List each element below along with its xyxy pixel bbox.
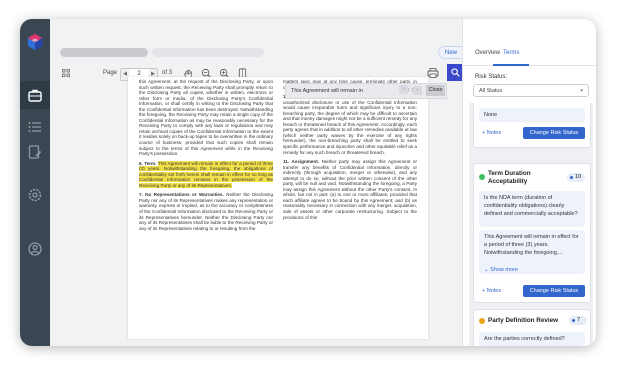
tab-terms[interactable]: Terms	[503, 50, 519, 56]
change-risk-status-button[interactable]: Change Risk Status	[523, 127, 585, 139]
find-bar: This Agreement will remain in 1 of 1 ‹ C…	[285, 83, 447, 99]
term-answer-text: This Agreement will remain in effect for…	[484, 234, 579, 256]
briefcase-icon[interactable]	[27, 87, 43, 103]
document-page: this Agreement, at the request of the Di…	[128, 77, 428, 339]
paragraph-no-representations: 7. No Representations or Warranties. Nei…	[139, 192, 273, 231]
panel-tabs: Overview Terms	[463, 45, 596, 66]
search-icon	[451, 68, 460, 77]
find-close-button[interactable]: Close	[426, 85, 445, 96]
app-window: New ▾ Page ◀ 2 ▶ of 3	[20, 19, 596, 346]
term-answer: None	[479, 108, 585, 122]
term-question: Is the NDA term (duration of confidentia…	[479, 191, 585, 227]
assignment-text: Neither party may assign this Agreement …	[283, 159, 418, 220]
badge-dot	[570, 176, 573, 179]
document-viewer: New ▾ Page ◀ 2 ▶ of 3	[50, 19, 489, 346]
equitable-relief-text: Each party acknowledges that the unautho…	[283, 94, 417, 155]
term-title: Term Duration Acceptability	[488, 170, 531, 185]
document-subtitle-placeholder	[152, 48, 264, 57]
term-card: Term Duration Acceptability 10 Is the ND…	[473, 163, 591, 303]
show-more-label: Show more	[490, 267, 518, 273]
term-question: Are the parties correctly defined?	[479, 332, 585, 346]
risk-status-dot	[479, 174, 485, 180]
chevron-down-icon: ▾	[580, 88, 583, 94]
add-notes-link[interactable]: + Notes	[482, 288, 501, 294]
status-select-value: New	[445, 50, 458, 56]
assignment-heading: 11. Assignment.	[283, 159, 320, 165]
page-label: Page	[103, 70, 118, 76]
find-prev-button[interactable]: ‹	[413, 86, 422, 95]
risk-status-value: All Status	[479, 88, 503, 94]
document-title-placeholder	[60, 48, 148, 57]
risk-status-label: Risk Status:	[475, 74, 508, 80]
term-heading: 6. Term.	[139, 160, 157, 166]
page-right-column: matters spec may at any time cause, term…	[283, 79, 417, 224]
show-more-link[interactable]: ⌄ Show more	[484, 267, 518, 273]
find-input[interactable]: This Agreement will remain in	[291, 84, 363, 98]
page-count: of 3	[162, 70, 173, 76]
term-title: Party Definition Review	[488, 317, 558, 324]
term-card: None + Notes Change Risk Status	[473, 103, 591, 148]
tab-overview[interactable]: Overview	[475, 50, 500, 56]
document-edit-icon[interactable]	[27, 144, 43, 160]
paragraph-return-info: this Agreement, at the request of the Di…	[139, 79, 273, 157]
no-representations-heading: 7. No Representations or Warranties.	[139, 192, 224, 198]
search-highlight[interactable]: This Agreement will remain in effect for…	[139, 160, 273, 188]
user-settings-icon[interactable]	[27, 241, 43, 257]
page-left-column: this Agreement, at the request of the Di…	[139, 79, 273, 235]
term-answer-text: None	[484, 112, 498, 118]
paragraph-equitable-relief: 10. Equitable Relief. Each party acknowl…	[283, 94, 417, 155]
reference-count-badge[interactable]: 7	[569, 316, 587, 325]
thumbnails-grid-icon[interactable]	[62, 69, 70, 77]
print-icon[interactable]	[427, 68, 439, 78]
left-sidebar	[20, 19, 50, 346]
reference-count-badge[interactable]: 10	[567, 173, 585, 182]
find-next-button[interactable]: ›	[399, 85, 408, 94]
right-panel: Overview Terms Risk Status: All Status ▾…	[462, 19, 596, 346]
badge-count: 10	[575, 174, 582, 180]
add-notes-link[interactable]: + Notes	[482, 130, 501, 136]
term-card: Party Definition Review 7 Are the partie…	[473, 309, 591, 346]
badge-count: 7	[577, 317, 581, 323]
badge-dot	[572, 319, 575, 322]
change-risk-status-button[interactable]: Change Risk Status	[523, 285, 585, 297]
settings-gear-icon[interactable]	[27, 187, 43, 203]
app-logo-icon[interactable]	[26, 33, 44, 51]
paragraph-term: 6. Term. This Agreement will remain in e…	[139, 160, 273, 189]
terms-list: None + Notes Change Risk Status Term Dur…	[469, 103, 593, 346]
list-icon[interactable]	[27, 119, 43, 135]
risk-status-select[interactable]: All Status ▾	[473, 84, 589, 97]
risk-status-dot	[479, 318, 485, 324]
active-tab-indicator	[493, 64, 529, 66]
no-representations-text: Neither the Disclosing Party nor any of …	[139, 192, 274, 231]
paragraph-assignment: 11. Assignment. Neither party may assign…	[283, 159, 417, 220]
